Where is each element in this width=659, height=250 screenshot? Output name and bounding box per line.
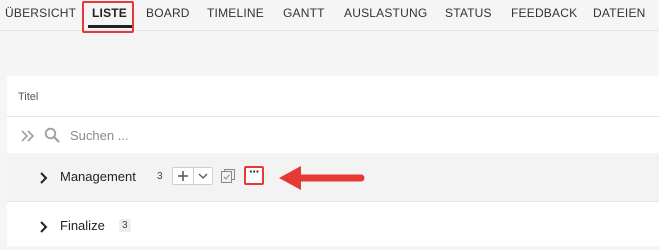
annotation-arrow: [279, 166, 365, 190]
tab-highlight-box: [82, 1, 134, 33]
task-count-badge: 3: [157, 171, 163, 182]
double-chevron-right-icon[interactable]: [21, 129, 35, 147]
add-task-button-group: [172, 167, 213, 185]
task-count-badge: 3: [119, 219, 131, 232]
tab-board[interactable]: BOARD: [146, 6, 190, 20]
chevron-down-icon[interactable]: [194, 168, 212, 184]
search-icon: [44, 127, 60, 148]
group-name[interactable]: Management: [60, 169, 136, 184]
tab-dateien[interactable]: DATEIEN: [593, 6, 646, 20]
ellipsis-icon: ···: [249, 164, 260, 179]
tab-status[interactable]: STATUS: [445, 6, 492, 20]
tab-gantt[interactable]: GANTT: [283, 6, 325, 20]
group-row-finalize[interactable]: Finalize 3: [7, 202, 659, 250]
tab-timeline[interactable]: TIMELINE: [207, 6, 264, 20]
chevron-right-icon[interactable]: [39, 220, 49, 238]
tab-feedback[interactable]: FEEDBACK: [511, 6, 577, 20]
copy-icon[interactable]: [220, 168, 236, 189]
list-panel: Titel Management 3 ···: [7, 76, 659, 246]
search-row: [7, 117, 659, 154]
chevron-right-icon[interactable]: [39, 171, 49, 189]
column-title: Titel: [18, 91, 39, 103]
tab-auslastung[interactable]: AUSLASTUNG: [344, 6, 427, 20]
more-options-button[interactable]: ···: [244, 164, 264, 185]
column-header: Titel: [7, 76, 659, 117]
search-input[interactable]: [70, 124, 370, 146]
tab-uebersicht[interactable]: ÜBERSICHT: [5, 6, 76, 20]
group-name[interactable]: Finalize: [60, 218, 105, 233]
add-task-button[interactable]: [173, 168, 194, 184]
